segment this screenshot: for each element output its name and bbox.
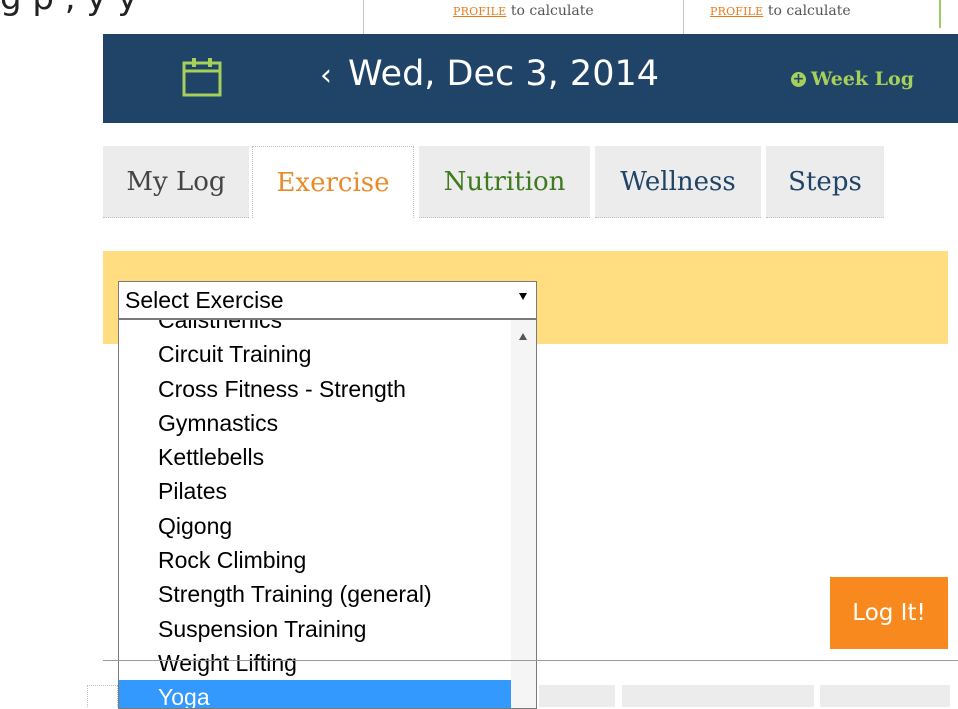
option-calisthenics[interactable]: Calisthenics [119,320,511,337]
option-gymnastics[interactable]: Gymnastics [119,406,511,440]
option-weight-lifting[interactable]: Weight Lifting [119,646,511,680]
bottom-tab[interactable] [87,685,118,707]
dropdown-arrow-icon [519,293,527,300]
option-pilates[interactable]: Pilates [119,474,511,508]
option-cross-fitness-strength[interactable]: Cross Fitness - Strength [119,372,511,406]
exercise-select[interactable]: Select Exercise [118,281,537,319]
profile-link-2[interactable]: PROFILE [710,5,763,18]
prev-day-chevron-icon[interactable]: ‹ [320,58,332,93]
bottom-tab[interactable] [820,685,950,707]
option-circuit-training[interactable]: Circuit Training [119,337,511,371]
tab-exercise[interactable]: Exercise [252,146,414,218]
column-divider [363,0,364,34]
profile-link-1[interactable]: PROFILE [453,5,506,18]
scroll-up-arrow-icon[interactable] [519,333,527,340]
profile-note-2: PROFILE to calculate [710,3,851,19]
option-rock-climbing[interactable]: Rock Climbing [119,543,511,577]
green-marker [939,0,941,28]
option-qigong[interactable]: Qigong [119,509,511,543]
bottom-tab[interactable] [622,685,814,707]
bottom-tab[interactable] [539,685,615,707]
week-log-label: Week Log [810,68,914,90]
section-divider [103,660,958,661]
top-strip: g p , y y PROFILE to calculate PROFILE t… [0,0,958,34]
option-kettlebells[interactable]: Kettlebells [119,440,511,474]
column-divider [683,0,684,34]
option-strength-training[interactable]: Strength Training (general) [119,577,511,611]
exercise-select-value: Select Exercise [125,287,284,313]
date-header: ‹ Wed, Dec 3, 2014 + Week Log [103,34,958,123]
tab-nutrition[interactable]: Nutrition [419,146,590,218]
tab-wellness[interactable]: Wellness [595,146,761,218]
tab-steps[interactable]: Steps [766,146,884,218]
cropped-text: g p , y y [0,0,137,18]
dropdown-scrollbar[interactable] [511,320,536,708]
option-yoga[interactable]: Yoga [119,680,511,708]
date-display: ‹ Wed, Dec 3, 2014 [320,54,659,94]
week-log-link[interactable]: + Week Log [790,68,914,90]
plus-circle-icon: + [790,71,806,87]
tab-my-log[interactable]: My Log [103,146,249,218]
log-it-button[interactable]: Log It! [830,577,948,649]
calendar-icon[interactable] [181,56,223,98]
profile-note-1: PROFILE to calculate [453,3,594,19]
exercise-dropdown-list[interactable]: Calisthenics Circuit Training Cross Fitn… [118,319,537,709]
option-suspension-training[interactable]: Suspension Training [119,612,511,646]
current-date: Wed, Dec 3, 2014 [348,54,660,94]
